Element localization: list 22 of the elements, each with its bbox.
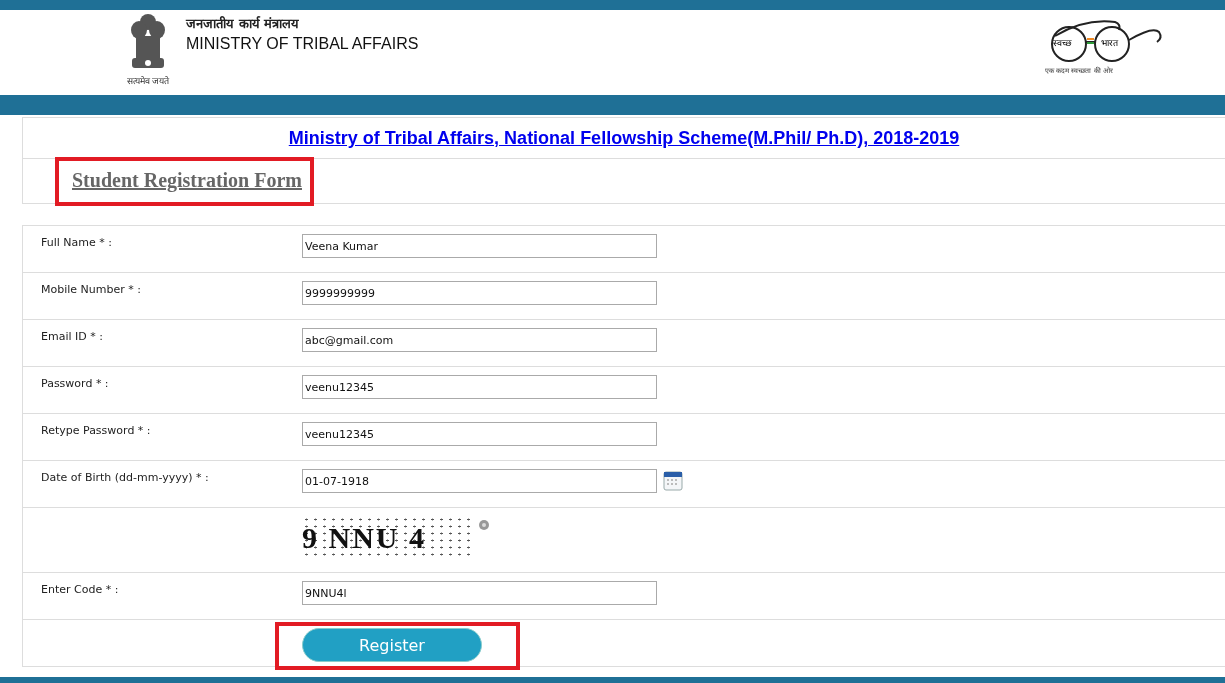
field-label: Email ID * :: [41, 330, 103, 343]
logo-word: भारत: [1101, 37, 1118, 49]
motto-text: सत्यमेव जयते: [126, 75, 170, 87]
input-field[interactable]: 9999999999: [302, 281, 657, 305]
input-field[interactable]: veenu12345: [302, 375, 657, 399]
scheme-title-link[interactable]: Ministry of Tribal Affairs, National Fellowship Scheme(M.Phil/ Ph.D), 2018-2019: [288, 128, 960, 148]
input-field[interactable]: Veena Kumar: [302, 234, 657, 258]
input-field[interactable]: veenu12345: [302, 422, 657, 446]
field-label: Retype Password * :: [41, 424, 151, 437]
field-label: Date of Birth (dd-mm-yyyy) * :: [41, 471, 209, 484]
input-field[interactable]: 01-07-1918: [302, 469, 657, 493]
field-label: Password * :: [41, 377, 109, 390]
form-heading: Student Registration Form: [55, 156, 314, 206]
input-field[interactable]: 9NNU4l: [302, 581, 657, 605]
field-label: Full Name * :: [41, 236, 112, 249]
field-label: Enter Code * :: [41, 583, 119, 596]
calendar-icon[interactable]: [663, 469, 683, 491]
input-field[interactable]: abc@gmail.com: [302, 328, 657, 352]
field-label: Mobile Number * :: [41, 283, 141, 296]
ministry-name-hindi: जनजातीय कार्य मंत्रालय: [186, 15, 301, 32]
ministry-name: MINISTRY OF TRIBAL AFFAIRS: [186, 35, 419, 53]
logo-word: स्वच्छ: [1053, 37, 1072, 49]
